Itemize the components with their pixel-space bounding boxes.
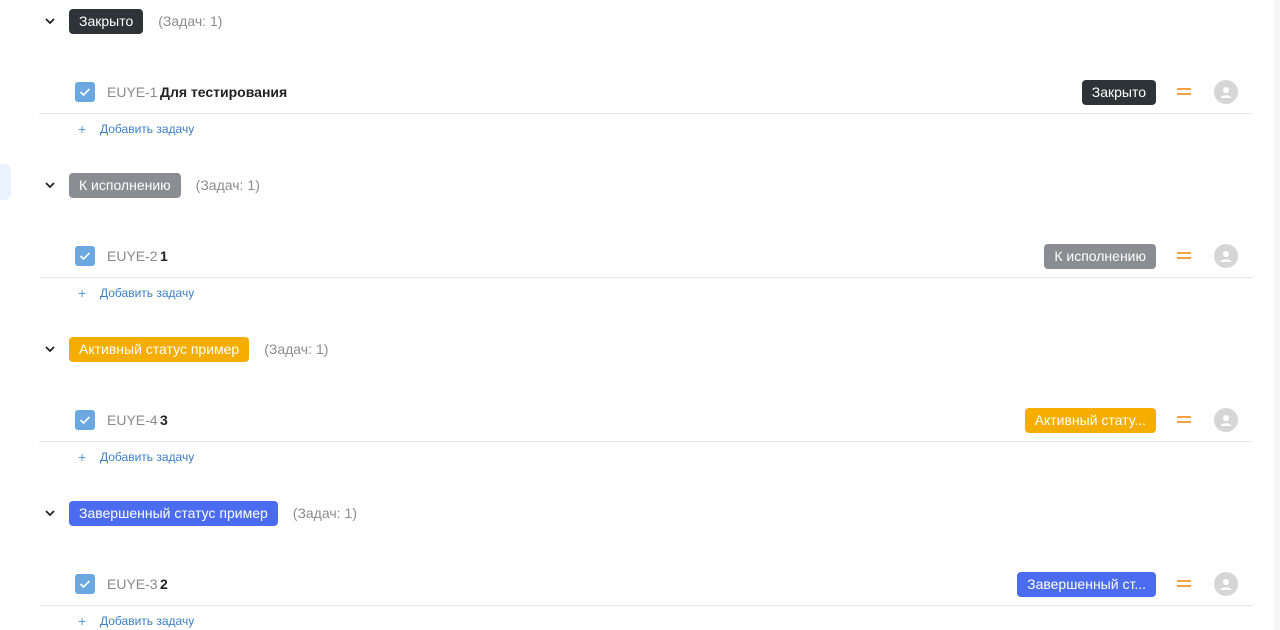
task-status-badge[interactable]: Завершенный ст...: [1017, 572, 1156, 597]
add-task-button[interactable]: + Добавить задачу: [78, 285, 194, 301]
priority-medium-icon[interactable]: [1177, 88, 1191, 96]
task-count: (Задач: 1): [195, 177, 260, 193]
priority-medium-icon[interactable]: [1177, 252, 1191, 260]
group-status-pill: Закрыто: [69, 8, 144, 34]
add-task-label: Добавить задачу: [100, 450, 195, 464]
status-group: Активный статус пример (Задач: 1) EUYE-4 …: [0, 328, 1280, 492]
chevron-down-icon[interactable]: [40, 175, 60, 195]
add-task-label: Добавить задачу: [100, 614, 195, 628]
task-title[interactable]: 1: [160, 248, 168, 264]
plus-icon: +: [78, 121, 87, 137]
task-count: (Задач: 1): [264, 341, 329, 357]
priority-medium-icon[interactable]: [1177, 416, 1191, 424]
task-count: (Задач: 1): [158, 13, 223, 29]
task-row[interactable]: EUYE-4 3 Активный стату...: [39, 396, 1253, 442]
status-group: К исполнению (Задач: 1) EUYE-2 1 К исполн…: [0, 164, 1280, 328]
status-group: Завершенный статус пример (Задач: 1) EUYE…: [0, 492, 1280, 630]
check-icon: [79, 88, 91, 97]
chevron-down-icon[interactable]: [40, 11, 60, 31]
chevron-down-icon[interactable]: [40, 503, 60, 523]
group-header: Завершенный статус пример (Задач: 1): [40, 500, 357, 526]
check-icon: [79, 416, 91, 425]
user-avatar-icon[interactable]: [1214, 408, 1238, 432]
chevron-down-icon[interactable]: [40, 339, 60, 359]
task-key[interactable]: EUYE-2: [107, 248, 158, 264]
status-group: Закрыто (Задач: 1) EUYE-1 Для тестировани…: [0, 0, 1280, 164]
task-list-page: Закрыто (Задач: 1) EUYE-1 Для тестировани…: [0, 0, 1280, 630]
task-key[interactable]: EUYE-4: [107, 412, 158, 428]
task-checkbox[interactable]: [75, 82, 95, 102]
add-task-button[interactable]: + Добавить задачу: [78, 449, 194, 465]
check-icon: [79, 252, 91, 261]
plus-icon: +: [78, 449, 87, 465]
add-task-button[interactable]: + Добавить задачу: [78, 613, 194, 629]
task-status-badge[interactable]: Закрыто: [1081, 80, 1156, 105]
task-key[interactable]: EUYE-1: [107, 84, 158, 100]
task-status-badge[interactable]: Активный стату...: [1024, 408, 1156, 433]
user-avatar-icon[interactable]: [1214, 572, 1238, 596]
add-task-label: Добавить задачу: [100, 286, 195, 300]
group-header: К исполнению (Задач: 1): [40, 172, 260, 198]
check-icon: [79, 580, 91, 589]
user-avatar-icon[interactable]: [1214, 244, 1238, 268]
user-avatar-icon[interactable]: [1214, 80, 1238, 104]
task-row[interactable]: EUYE-1 Для тестирования Закрыто: [39, 68, 1253, 114]
group-status-pill: Завершенный статус пример: [69, 500, 278, 526]
plus-icon: +: [78, 285, 87, 301]
task-count: (Задач: 1): [292, 505, 357, 521]
group-status-pill: Активный статус пример: [69, 336, 250, 362]
task-title[interactable]: 2: [160, 576, 168, 592]
task-row[interactable]: EUYE-2 1 К исполнению: [39, 232, 1253, 278]
task-status-badge[interactable]: К исполнению: [1044, 244, 1156, 269]
add-task-button[interactable]: + Добавить задачу: [78, 121, 194, 137]
plus-icon: +: [78, 613, 87, 629]
group-header: Активный статус пример (Задач: 1): [40, 336, 328, 362]
group-header: Закрыто (Задач: 1): [40, 8, 222, 34]
group-status-pill: К исполнению: [69, 172, 181, 198]
add-task-label: Добавить задачу: [100, 122, 195, 136]
task-key[interactable]: EUYE-3: [107, 576, 158, 592]
priority-medium-icon[interactable]: [1177, 580, 1191, 588]
task-checkbox[interactable]: [75, 246, 95, 266]
task-checkbox[interactable]: [75, 574, 95, 594]
task-title[interactable]: 3: [160, 412, 168, 428]
task-title[interactable]: Для тестирования: [160, 84, 287, 100]
task-checkbox[interactable]: [75, 410, 95, 430]
task-row[interactable]: EUYE-3 2 Завершенный ст...: [39, 560, 1253, 606]
